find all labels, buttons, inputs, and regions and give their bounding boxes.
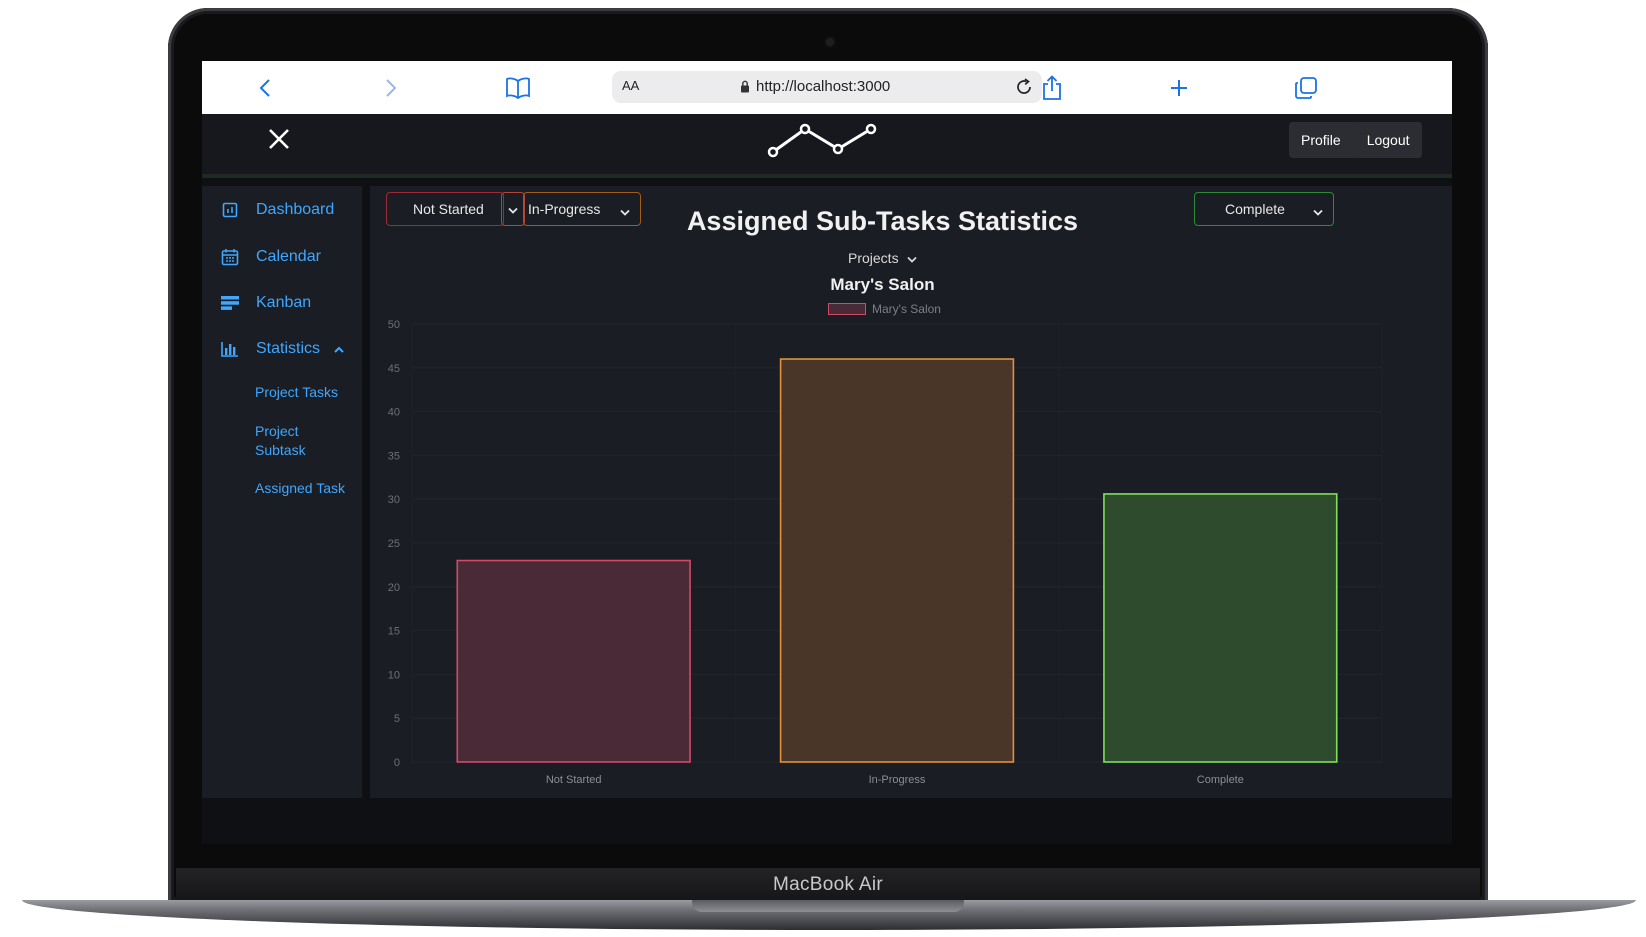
tabs-icon[interactable]	[1291, 73, 1321, 103]
y-tick-label: 20	[388, 582, 400, 594]
sidebar-item-label: Kanban	[256, 294, 312, 311]
sidebar-subitem-assigned-task[interactable]: Assigned Task	[255, 479, 345, 498]
share-icon[interactable]	[1037, 73, 1067, 103]
url-text[interactable]: http://localhost:3000	[756, 78, 890, 95]
chart-legend[interactable]: Mary's Salon	[828, 302, 941, 316]
legend-swatch	[828, 303, 866, 315]
logout-button[interactable]: Logout	[1354, 122, 1422, 158]
chart-subtitle: Mary's Salon	[830, 275, 935, 294]
address-bar[interactable]: AA http://localhost:3000	[612, 71, 1042, 103]
app-header: Profile Logout	[202, 114, 1452, 174]
laptop-notch	[692, 900, 964, 912]
browser-toolbar: AA http://localhost:3000	[202, 61, 1452, 115]
x-tick-label: Complete	[1197, 774, 1244, 786]
calendar-icon	[220, 247, 240, 267]
camera	[826, 38, 834, 46]
laptop-label: MacBook Air	[773, 874, 883, 895]
sidebar-item-dashboard[interactable]: Dashboard	[220, 200, 334, 220]
chevron-down-icon	[1313, 203, 1323, 219]
sidebar-subitem-project-subtask[interactable]: Project Subtask	[255, 422, 325, 460]
app-logo	[767, 122, 879, 163]
kanban-icon	[220, 293, 240, 313]
sidebar-item-calendar[interactable]: Calendar	[220, 247, 321, 267]
y-tick-label: 0	[394, 757, 400, 769]
close-icon[interactable]	[268, 126, 290, 156]
sidebar-item-label: Calendar	[256, 248, 321, 265]
lock-icon	[740, 80, 750, 98]
sidebar-subitem-project-tasks[interactable]: Project Tasks	[255, 383, 338, 402]
chevron-up-icon[interactable]	[334, 340, 344, 358]
y-tick-label: 25	[388, 538, 400, 550]
sidebar-item-label: Statistics	[256, 340, 321, 357]
forward-icon[interactable]	[376, 73, 406, 103]
sidebar-item-kanban[interactable]: Kanban	[220, 293, 311, 313]
legend-label: Mary's Salon	[872, 302, 941, 316]
sidebar-item-statistics[interactable]: Statistics	[220, 339, 344, 359]
header-buttons: Profile Logout	[1289, 122, 1422, 158]
main-panel: Not Started In-Progress Assigned Sub-Tas…	[370, 186, 1452, 798]
y-tick-label: 30	[388, 494, 400, 506]
sidebar-item-label: Dashboard	[256, 201, 335, 218]
y-tick-label: 35	[388, 450, 400, 462]
bookmarks-icon[interactable]	[503, 73, 533, 103]
reload-icon[interactable]	[1014, 77, 1034, 102]
chart-bar[interactable]	[456, 559, 691, 763]
x-tick-label: Not Started	[546, 774, 602, 786]
projects-dropdown-label: Projects	[848, 250, 899, 266]
dashboard-icon	[220, 200, 240, 220]
chart-bar[interactable]	[779, 358, 1015, 763]
y-tick-label: 50	[388, 319, 400, 331]
text-size-button[interactable]: AA	[622, 78, 639, 93]
bar-chart: 0 5 10 15 20 25 30 35 40 45 50 Not Started In-Progre…	[388, 319, 1383, 786]
y-tick-label: 40	[388, 407, 400, 419]
profile-button[interactable]: Profile	[1289, 122, 1353, 158]
chart-bar[interactable]	[1103, 493, 1338, 763]
back-icon[interactable]	[250, 73, 280, 103]
sidebar: Dashboard Calendar Kanban Statistics Pro…	[202, 186, 362, 798]
chevron-down-icon	[906, 250, 917, 266]
y-tick-label: 15	[388, 626, 400, 638]
y-tick-label: 10	[388, 669, 400, 681]
statistics-icon	[220, 339, 240, 359]
header-divider	[202, 174, 1452, 178]
y-tick-label: 5	[394, 713, 400, 725]
x-tick-label: In-Progress	[869, 774, 926, 786]
screen: AA http://localhost:3000 Profile Logout …	[202, 61, 1452, 844]
laptop-chin: MacBook Air	[176, 868, 1480, 904]
projects-dropdown[interactable]: Projects	[848, 250, 917, 266]
y-tick-label: 45	[388, 363, 400, 375]
new-tab-icon[interactable]	[1164, 73, 1194, 103]
complete-dropdown[interactable]: Complete	[1194, 192, 1334, 226]
complete-dropdown-label: Complete	[1225, 201, 1285, 217]
